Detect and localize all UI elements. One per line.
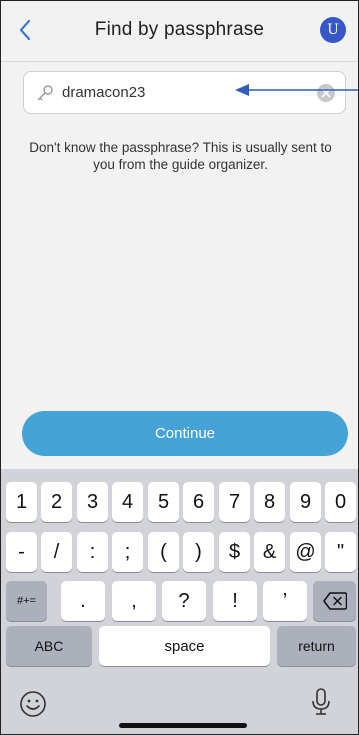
- backspace-icon: [322, 592, 347, 610]
- app-frame: Find by passphrase U dramacon23 Don't kn…: [0, 0, 359, 735]
- key-close-paren[interactable]: ): [183, 532, 214, 572]
- space-key[interactable]: space: [99, 626, 270, 666]
- key-dollar[interactable]: $: [219, 532, 250, 572]
- key-open-paren[interactable]: (: [148, 532, 179, 572]
- key-7[interactable]: 7: [219, 482, 250, 522]
- key-comma[interactable]: ,: [112, 581, 156, 621]
- chevron-left-icon: [19, 19, 31, 41]
- key-quote[interactable]: ": [325, 532, 356, 572]
- microphone-icon[interactable]: [311, 687, 331, 717]
- key-semicolon[interactable]: ;: [112, 532, 143, 572]
- key-hyphen[interactable]: -: [6, 532, 37, 572]
- keyboard: 1 2 3 4 5 6 7 8 9 0 - / : ; ( ) $ & @ " …: [1, 469, 358, 734]
- key-period[interactable]: .: [61, 581, 105, 621]
- key-5[interactable]: 5: [148, 482, 179, 522]
- abc-key[interactable]: ABC: [6, 626, 92, 666]
- key-question[interactable]: ?: [162, 581, 206, 621]
- key-1[interactable]: 1: [6, 482, 37, 522]
- home-indicator[interactable]: [119, 723, 247, 728]
- key-3[interactable]: 3: [77, 482, 108, 522]
- key-exclamation[interactable]: !: [213, 581, 257, 621]
- key-9[interactable]: 9: [290, 482, 321, 522]
- key-symbols-toggle[interactable]: #+=: [6, 581, 47, 621]
- key-2[interactable]: 2: [41, 482, 72, 522]
- key-at[interactable]: @: [290, 532, 321, 572]
- avatar[interactable]: U: [320, 17, 346, 43]
- key-colon[interactable]: :: [77, 532, 108, 572]
- page-title: Find by passphrase: [94, 19, 265, 40]
- key-4[interactable]: 4: [112, 482, 143, 522]
- back-button[interactable]: [13, 15, 37, 45]
- return-key[interactable]: return: [277, 626, 356, 666]
- emoji-icon[interactable]: [19, 690, 47, 718]
- key-0[interactable]: 0: [325, 482, 356, 522]
- key-6[interactable]: 6: [183, 482, 214, 522]
- key-icon: [37, 85, 53, 101]
- nav-header: Find by passphrase U: [1, 1, 358, 62]
- key-slash[interactable]: /: [41, 532, 72, 572]
- key-8[interactable]: 8: [254, 482, 285, 522]
- key-ampersand[interactable]: &: [254, 532, 285, 572]
- annotation-arrow-icon: [235, 84, 358, 96]
- help-text: Don't know the passphrase? This is usual…: [29, 140, 332, 172]
- key-apostrophe[interactable]: ’: [263, 581, 307, 621]
- continue-button[interactable]: Continue: [22, 411, 348, 456]
- passphrase-value: dramacon23: [62, 84, 146, 101]
- delete-key[interactable]: [313, 581, 356, 621]
